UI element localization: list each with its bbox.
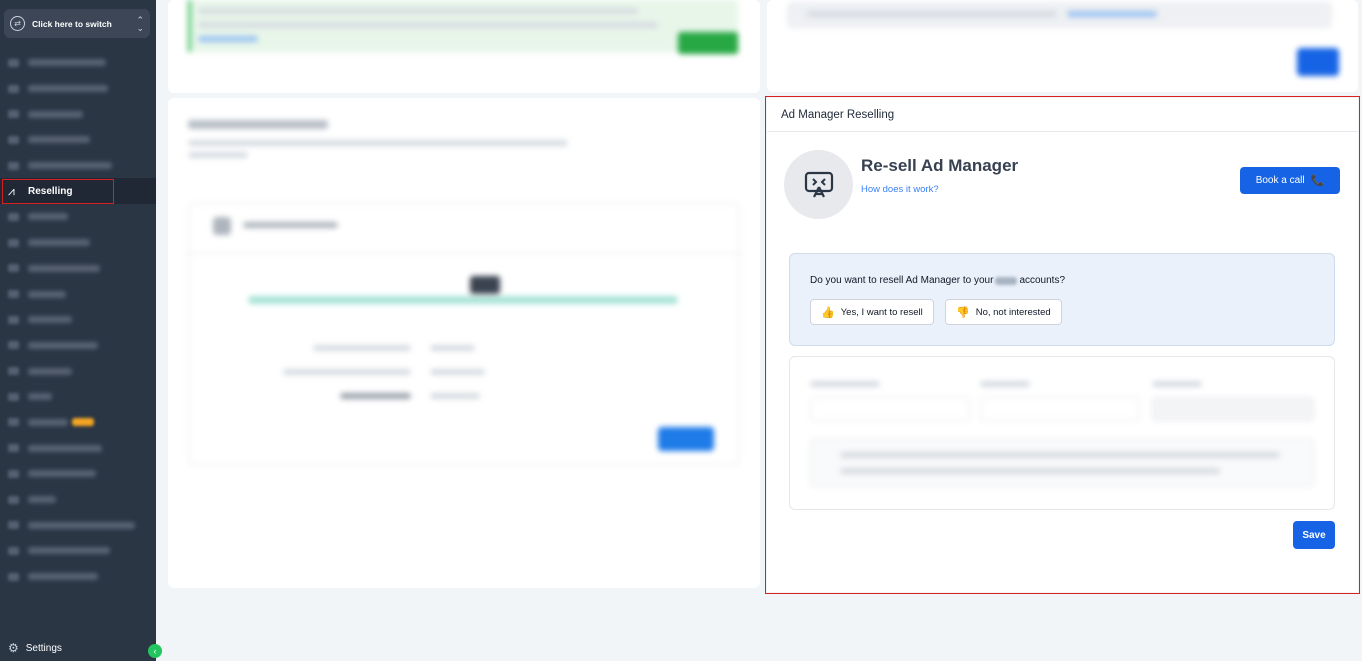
resell-question: Do you want to resell Ad Manager to your… (810, 275, 1065, 286)
sidebar-item[interactable] (0, 76, 156, 102)
not-interested-button[interactable]: 👎 No, not interested (945, 299, 1062, 325)
phone-icon: 📞 (1310, 175, 1325, 187)
blurred-card (168, 98, 760, 588)
hero-title: Re-sell Ad Manager (861, 156, 1019, 175)
sidebar-item[interactable] (0, 538, 156, 564)
sidebar-item[interactable] (0, 101, 156, 127)
book-call-button[interactable]: Book a call 📞 (1240, 167, 1340, 194)
sidebar-item[interactable] (0, 384, 156, 410)
gear-icon: ⚙ (8, 641, 19, 655)
sidebar-item[interactable] (0, 358, 156, 384)
sidebar-item[interactable] (0, 281, 156, 307)
sidebar-item[interactable] (0, 487, 156, 513)
resell-question-box: Do you want to resell Ad Manager to your… (789, 253, 1335, 346)
switch-icon: ⇄ (10, 16, 25, 31)
thumbs-down-icon: 👎 (956, 306, 970, 319)
sidebar-item[interactable] (0, 461, 156, 487)
no-label: No, not interested (975, 306, 1051, 318)
sidebar: ⇄ Click here to switch ⌃ ⌄ ⩘ Reselling ⚙ … (0, 0, 156, 661)
sidebar-item[interactable] (0, 230, 156, 256)
save-button[interactable]: Save (1293, 521, 1335, 549)
sidebar-item[interactable] (0, 50, 156, 76)
sidebar-item[interactable] (0, 256, 156, 282)
save-label: Save (1302, 529, 1326, 541)
blurred-card (168, 0, 760, 93)
pricing-details-box (789, 356, 1335, 510)
redacted-text (995, 276, 1018, 285)
collapse-sidebar-button[interactable]: ‹ (148, 644, 162, 658)
sidebar-nav: ⩘ Reselling (0, 50, 156, 589)
ad-manager-icon (804, 171, 833, 197)
question-suffix: accounts? (1019, 275, 1066, 286)
sidebar-item[interactable] (0, 127, 156, 153)
sidebar-item[interactable] (0, 435, 156, 461)
sidebar-item[interactable] (0, 333, 156, 359)
ad-manager-icon-wrapper (784, 150, 853, 219)
ad-manager-reselling-panel: Ad Manager Reselling Re-sell Ad Manager … (767, 98, 1358, 592)
sidebar-item[interactable] (0, 153, 156, 179)
book-call-label: Book a call (1255, 175, 1305, 186)
blurred-card (767, 0, 1358, 92)
thumbs-up-icon: 👍 (821, 306, 835, 319)
yes-resell-button[interactable]: 👍 Yes, I want to resell (810, 299, 934, 325)
sidebar-item-settings[interactable]: ⚙ Settings (8, 641, 62, 655)
sidebar-item[interactable] (0, 512, 156, 538)
sidebar-item[interactable] (0, 307, 156, 333)
divider (767, 131, 1358, 132)
chevron-updown-icon: ⌃ ⌄ (136, 14, 144, 33)
yes-label: Yes, I want to resell (840, 306, 923, 318)
switcher-label: Click here to switch (32, 18, 112, 29)
panel-title: Ad Manager Reselling (781, 109, 895, 121)
how-it-works-link[interactable]: How does it work? (861, 184, 939, 195)
sidebar-item[interactable] (0, 564, 156, 590)
sidebar-item[interactable] (0, 204, 156, 230)
highlight-outline (2, 179, 114, 204)
sidebar-item[interactable] (0, 410, 156, 436)
settings-label: Settings (25, 642, 62, 654)
account-switcher[interactable]: ⇄ Click here to switch ⌃ ⌄ (4, 9, 150, 38)
question-prefix: Do you want to resell Ad Manager to your (810, 275, 994, 286)
